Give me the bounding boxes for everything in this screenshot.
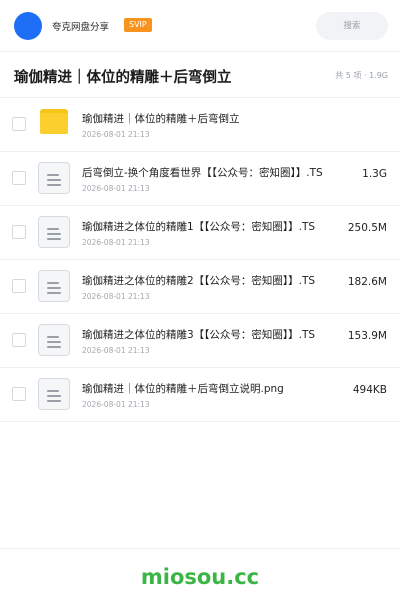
file-name[interactable]: 瑜伽精进之体位的精雕3【【公众号：密知圈】】.TS [82,327,315,342]
file-name[interactable]: 瑜伽精进｜体位的精雕＋后弯倒立 [82,111,240,126]
file-date: 2026-08-01 21:13 [82,292,150,301]
avatar[interactable] [14,12,42,40]
list-item[interactable]: 后弯倒立-换个角度看世界【【公众号：密知圈】】.TS 2026-08-01 21… [0,152,400,206]
file-name[interactable]: 瑜伽精进｜体位的精雕＋后弯倒立说明.png [82,381,284,396]
list-item[interactable]: 瑜伽精进之体位的精雕3【【公众号：密知圈】】.TS 2026-08-01 21:… [0,314,400,368]
file-date: 2026-08-01 21:13 [82,400,150,409]
item-checkbox[interactable] [12,387,26,401]
item-checkbox[interactable] [12,225,26,239]
file-size: 182.6M [347,276,387,288]
list-item[interactable]: 瑜伽精进｜体位的精雕＋后弯倒立说明.png 2026-08-01 21:13 4… [0,368,400,422]
list-item[interactable]: 瑜伽精进之体位的精雕2【【公众号：密知圈】】.TS 2026-08-01 21:… [0,260,400,314]
file-size: 153.9M [347,330,387,342]
list-item[interactable]: 瑜伽精进｜体位的精雕＋后弯倒立 2026-08-01 21:13 [0,98,400,152]
top-bar: 夸克网盘分享 SVIP 搜索 [0,0,400,52]
file-name[interactable]: 后弯倒立-换个角度看世界【【公众号：密知圈】】.TS [82,165,323,180]
item-checkbox[interactable] [12,171,26,185]
svip-badge: SVIP [124,18,152,32]
list-item[interactable]: 瑜伽精进之体位的精雕1【【公众号：密知圈】】.TS 2026-08-01 21:… [0,206,400,260]
file-list: 瑜伽精进｜体位的精雕＋后弯倒立 2026-08-01 21:13 后弯倒立-换个… [0,98,400,422]
folder-icon [38,108,70,140]
file-date: 2026-08-01 21:13 [82,184,150,193]
file-date: 2026-08-01 21:13 [82,238,150,247]
file-size: 494KB [352,384,387,396]
item-checkbox[interactable] [12,279,26,293]
page-title: 瑜伽精进｜体位的精雕＋后弯倒立 [14,70,232,86]
file-icon [38,378,70,410]
watermark: miosou.cc [140,565,260,589]
file-size: 250.5M [347,222,387,234]
brand-name: 夸克网盘分享 [52,22,110,33]
file-name[interactable]: 瑜伽精进之体位的精雕1【【公众号：密知圈】】.TS [82,219,315,234]
file-icon [38,270,70,302]
file-icon [38,216,70,248]
file-icon [38,324,70,356]
folder-header: 瑜伽精进｜体位的精雕＋后弯倒立 共 5 项 · 1.9G [0,52,400,98]
folder-meta: 共 5 项 · 1.9G [335,71,388,80]
file-size: 1.3G [362,168,387,180]
search-input[interactable]: 搜索 [316,12,388,40]
item-checkbox[interactable] [12,333,26,347]
file-name[interactable]: 瑜伽精进之体位的精雕2【【公众号：密知圈】】.TS [82,273,315,288]
item-checkbox[interactable] [12,117,26,131]
footer: miosou.cc [0,548,400,600]
file-date: 2026-08-01 21:13 [82,346,150,355]
file-icon [38,162,70,194]
file-date: 2026-08-01 21:13 [82,130,150,139]
